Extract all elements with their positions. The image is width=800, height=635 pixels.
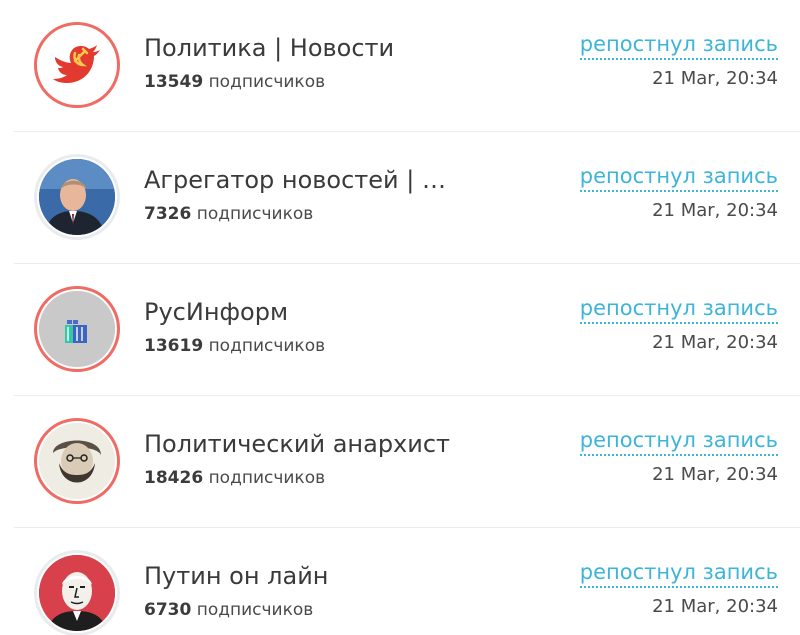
group-name[interactable]: РусИнформ	[144, 298, 288, 326]
group-name[interactable]: Путин он лайн	[144, 562, 329, 590]
timestamp: 21 Mar, 20:34	[652, 68, 778, 89]
building-logo-icon	[39, 291, 115, 367]
subscriber-count: 13619 подписчиков	[144, 336, 325, 356]
timestamp: 21 Mar, 20:34	[652, 464, 778, 485]
subscriber-number: 7326	[144, 204, 192, 224]
subscriber-number: 18426	[144, 468, 204, 488]
repost-link[interactable]: репостнул запись	[579, 162, 778, 192]
red-bird-hammer-sickle-icon	[53, 45, 100, 83]
list-item: Политика | Новости 13549 подписчиков реп…	[14, 0, 800, 132]
repost-link[interactable]: репостнул запись	[579, 30, 778, 60]
man-caricature-icon	[39, 555, 115, 631]
subscriber-count: 6730 подписчиков	[144, 600, 313, 620]
repost-link[interactable]: репостнул запись	[579, 558, 778, 588]
man-portrait-icon	[39, 159, 115, 235]
avatar[interactable]	[34, 550, 120, 635]
subscriber-label: подписчиков	[208, 468, 326, 488]
subscriber-label: подписчиков	[196, 600, 314, 620]
group-name[interactable]: Политика | Новости	[144, 34, 394, 62]
subscriber-number: 13549	[144, 72, 204, 92]
avatar[interactable]	[34, 418, 120, 504]
list-item: Путин он лайн 6730 подписчиков репостнул…	[14, 528, 800, 635]
avatar[interactable]	[34, 154, 120, 240]
list-item: РусИнформ 13619 подписчиков репостнул за…	[14, 264, 800, 396]
subscriber-label: подписчиков	[208, 72, 326, 92]
bearded-man-sketch-icon	[39, 423, 115, 499]
timestamp: 21 Mar, 20:34	[652, 596, 778, 617]
timestamp: 21 Mar, 20:34	[652, 332, 778, 353]
subscriber-label: подписчиков	[196, 204, 314, 224]
repost-list: Политика | Новости 13549 подписчиков реп…	[0, 0, 800, 635]
subscriber-count: 18426 подписчиков	[144, 468, 325, 488]
subscriber-label: подписчиков	[208, 336, 326, 356]
subscriber-number: 13619	[144, 336, 204, 356]
list-item: Политический анархист 18426 подписчиков …	[14, 396, 800, 528]
avatar[interactable]	[34, 286, 120, 372]
repost-link[interactable]: репостнул запись	[579, 426, 778, 456]
timestamp: 21 Mar, 20:34	[652, 200, 778, 221]
subscriber-count: 7326 подписчиков	[144, 204, 313, 224]
avatar[interactable]	[34, 22, 120, 108]
list-item: Агрегатор новостей | Н... 7326 подписчик…	[14, 132, 800, 264]
subscriber-count: 13549 подписчиков	[144, 72, 325, 92]
group-name[interactable]: Политический анархист	[144, 430, 450, 458]
group-name[interactable]: Агрегатор новостей | Н...	[144, 166, 454, 194]
subscriber-number: 6730	[144, 600, 192, 620]
repost-link[interactable]: репостнул запись	[579, 294, 778, 324]
